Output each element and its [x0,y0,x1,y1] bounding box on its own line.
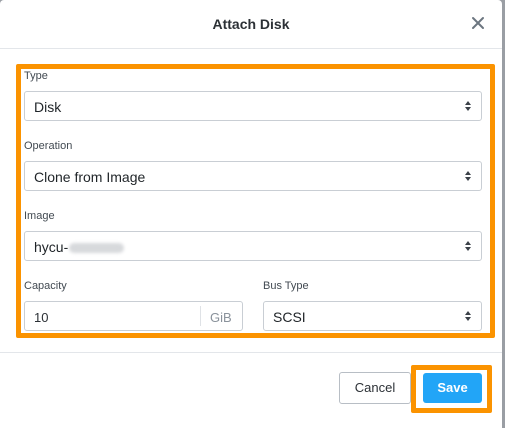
dialog-header: Attach Disk [0,0,502,49]
footer-divider [0,352,502,353]
save-highlight-box [411,365,492,413]
form-highlight-box [16,64,495,338]
close-icon[interactable] [469,14,487,32]
cancel-button[interactable]: Cancel [339,372,411,404]
attach-disk-dialog: Attach Disk Type Disk Operation Clone fr… [0,0,502,428]
dialog-title: Attach Disk [212,16,290,32]
